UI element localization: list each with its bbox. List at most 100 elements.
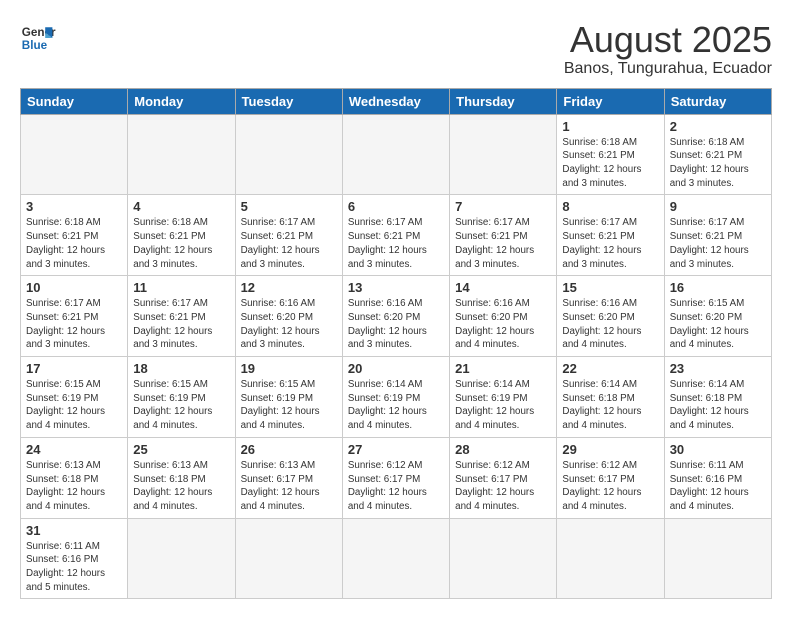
day-info: Sunrise: 6:15 AM Sunset: 6:20 PM Dayligh… [670, 297, 766, 352]
day-number: 6 [348, 199, 444, 214]
day-info: Sunrise: 6:14 AM Sunset: 6:18 PM Dayligh… [562, 378, 658, 433]
day-number: 3 [26, 199, 122, 214]
day-info: Sunrise: 6:11 AM Sunset: 6:16 PM Dayligh… [26, 540, 122, 595]
weekday-header-thursday: Thursday [450, 88, 557, 114]
month-title: August 2025 [564, 20, 772, 60]
calendar-cell [235, 114, 342, 195]
day-number: 9 [670, 199, 766, 214]
calendar-cell: 8Sunrise: 6:17 AM Sunset: 6:21 PM Daylig… [557, 195, 664, 276]
day-info: Sunrise: 6:17 AM Sunset: 6:21 PM Dayligh… [562, 216, 658, 271]
calendar-cell: 16 Sunrise: 6:15 AM Sunset: 6:20 PM Dayli… [664, 276, 771, 357]
calendar-cell: 12Sunrise: 6:16 AM Sunset: 6:20 PM Dayli… [235, 276, 342, 357]
weekday-header-sunday: Sunday [21, 88, 128, 114]
day-info: Sunrise: 6:12 AM Sunset: 6:17 PM Dayligh… [348, 459, 444, 514]
day-number: 1 [562, 119, 658, 134]
calendar-cell: 21 Sunrise: 6:14 AM Sunset: 6:19 PM Dayli… [450, 357, 557, 438]
weekday-header-monday: Monday [128, 88, 235, 114]
calendar-week-2: 3 Sunrise: 6:18 AM Sunset: 6:21 PM Daylig… [21, 195, 772, 276]
calendar-cell: 3Sunrise: 6:18 AM Sunset: 6:21 PM Daylig… [21, 195, 128, 276]
calendar-cell: 10 Sunrise: 6:17 AM Sunset: 6:21 PM Dayli… [21, 276, 128, 357]
day-info: Sunrise: 6:17 AM Sunset: 6:21 PM Dayligh… [670, 216, 766, 271]
day-number: 30 [670, 442, 766, 457]
calendar-cell: 18 Sunrise: 6:15 AM Sunset: 6:19 PM Dayli… [128, 357, 235, 438]
day-number: 4 [133, 199, 229, 214]
day-info: Sunrise: 6:15 AM Sunset: 6:19 PM Dayligh… [26, 378, 122, 433]
day-info: Sunrise: 6:14 AM Sunset: 6:18 PM Dayligh… [670, 378, 766, 433]
weekday-header-tuesday: Tuesday [235, 88, 342, 114]
day-number: 17 [26, 361, 122, 376]
day-info: Sunrise: 6:17 AM Sunset: 6:21 PM Dayligh… [455, 216, 551, 271]
day-number: 27 [348, 442, 444, 457]
weekday-header-row: SundayMondayTuesdayWednesdayThursdayFrid… [21, 88, 772, 114]
day-info: Sunrise: 6:13 AM Sunset: 6:18 PM Dayligh… [26, 459, 122, 514]
day-info: Sunrise: 6:17 AM Sunset: 6:21 PM Dayligh… [26, 297, 122, 352]
day-info: Sunrise: 6:15 AM Sunset: 6:19 PM Dayligh… [133, 378, 229, 433]
calendar-cell [450, 518, 557, 599]
day-number: 21 [455, 361, 551, 376]
calendar-cell: 20 Sunrise: 6:14 AM Sunset: 6:19 PM Dayli… [342, 357, 449, 438]
day-number: 18 [133, 361, 229, 376]
calendar-cell: 1 Sunrise: 6:18 AM Sunset: 6:21 PM Daylig… [557, 114, 664, 195]
day-number: 11 [133, 280, 229, 295]
day-info: Sunrise: 6:13 AM Sunset: 6:17 PM Dayligh… [241, 459, 337, 514]
day-info: Sunrise: 6:17 AM Sunset: 6:21 PM Dayligh… [348, 216, 444, 271]
logo: General Blue [20, 20, 56, 56]
day-info: Sunrise: 6:14 AM Sunset: 6:19 PM Dayligh… [348, 378, 444, 433]
calendar-week-6: 31 Sunrise: 6:11 AM Sunset: 6:16 PM Dayli… [21, 518, 772, 599]
svg-text:Blue: Blue [22, 39, 48, 52]
calendar-cell [128, 518, 235, 599]
day-number: 10 [26, 280, 122, 295]
calendar-cell [128, 114, 235, 195]
calendar-cell: 15 Sunrise: 6:16 AM Sunset: 6:20 PM Dayli… [557, 276, 664, 357]
calendar-cell: 6 Sunrise: 6:17 AM Sunset: 6:21 PM Daylig… [342, 195, 449, 276]
calendar-cell: 24Sunrise: 6:13 AM Sunset: 6:18 PM Dayli… [21, 437, 128, 518]
calendar-cell [664, 518, 771, 599]
weekday-header-wednesday: Wednesday [342, 88, 449, 114]
calendar-week-3: 10 Sunrise: 6:17 AM Sunset: 6:21 PM Dayli… [21, 276, 772, 357]
day-info: Sunrise: 6:18 AM Sunset: 6:21 PM Dayligh… [133, 216, 229, 271]
location-subtitle: Banos, Tungurahua, Ecuador [564, 60, 772, 78]
calendar-cell: 14 Sunrise: 6:16 AM Sunset: 6:20 PM Dayli… [450, 276, 557, 357]
calendar-week-1: 1 Sunrise: 6:18 AM Sunset: 6:21 PM Daylig… [21, 114, 772, 195]
day-info: Sunrise: 6:18 AM Sunset: 6:21 PM Dayligh… [670, 136, 766, 191]
calendar-cell: 22 Sunrise: 6:14 AM Sunset: 6:18 PM Dayli… [557, 357, 664, 438]
calendar-cell: 17 Sunrise: 6:15 AM Sunset: 6:19 PM Dayli… [21, 357, 128, 438]
day-info: Sunrise: 6:17 AM Sunset: 6:21 PM Dayligh… [133, 297, 229, 352]
calendar-cell: 23Sunrise: 6:14 AM Sunset: 6:18 PM Dayli… [664, 357, 771, 438]
day-number: 14 [455, 280, 551, 295]
calendar-week-4: 17 Sunrise: 6:15 AM Sunset: 6:19 PM Dayli… [21, 357, 772, 438]
day-info: Sunrise: 6:16 AM Sunset: 6:20 PM Dayligh… [455, 297, 551, 352]
day-number: 19 [241, 361, 337, 376]
weekday-header-friday: Friday [557, 88, 664, 114]
calendar-cell: 25Sunrise: 6:13 AM Sunset: 6:18 PM Dayli… [128, 437, 235, 518]
calendar-cell: 26Sunrise: 6:13 AM Sunset: 6:17 PM Dayli… [235, 437, 342, 518]
calendar-cell: 4 Sunrise: 6:18 AM Sunset: 6:21 PM Daylig… [128, 195, 235, 276]
calendar-cell: 28Sunrise: 6:12 AM Sunset: 6:17 PM Dayli… [450, 437, 557, 518]
calendar-cell: 19 Sunrise: 6:15 AM Sunset: 6:19 PM Dayli… [235, 357, 342, 438]
day-info: Sunrise: 6:16 AM Sunset: 6:20 PM Dayligh… [562, 297, 658, 352]
weekday-header-saturday: Saturday [664, 88, 771, 114]
day-number: 16 [670, 280, 766, 295]
day-number: 5 [241, 199, 337, 214]
calendar-cell [235, 518, 342, 599]
day-number: 13 [348, 280, 444, 295]
day-number: 28 [455, 442, 551, 457]
day-number: 29 [562, 442, 658, 457]
calendar-cell: 30 Sunrise: 6:11 AM Sunset: 6:16 PM Dayli… [664, 437, 771, 518]
day-info: Sunrise: 6:17 AM Sunset: 6:21 PM Dayligh… [241, 216, 337, 271]
day-number: 20 [348, 361, 444, 376]
day-info: Sunrise: 6:18 AM Sunset: 6:21 PM Dayligh… [562, 136, 658, 191]
calendar-cell: 31 Sunrise: 6:11 AM Sunset: 6:16 PM Dayli… [21, 518, 128, 599]
general-blue-logo-icon: General Blue [20, 20, 56, 56]
calendar-week-5: 24Sunrise: 6:13 AM Sunset: 6:18 PM Dayli… [21, 437, 772, 518]
day-number: 15 [562, 280, 658, 295]
day-number: 25 [133, 442, 229, 457]
day-number: 22 [562, 361, 658, 376]
calendar-cell [21, 114, 128, 195]
calendar-cell [342, 518, 449, 599]
day-info: Sunrise: 6:14 AM Sunset: 6:19 PM Dayligh… [455, 378, 551, 433]
day-number: 7 [455, 199, 551, 214]
day-info: Sunrise: 6:15 AM Sunset: 6:19 PM Dayligh… [241, 378, 337, 433]
day-info: Sunrise: 6:11 AM Sunset: 6:16 PM Dayligh… [670, 459, 766, 514]
day-number: 31 [26, 523, 122, 538]
